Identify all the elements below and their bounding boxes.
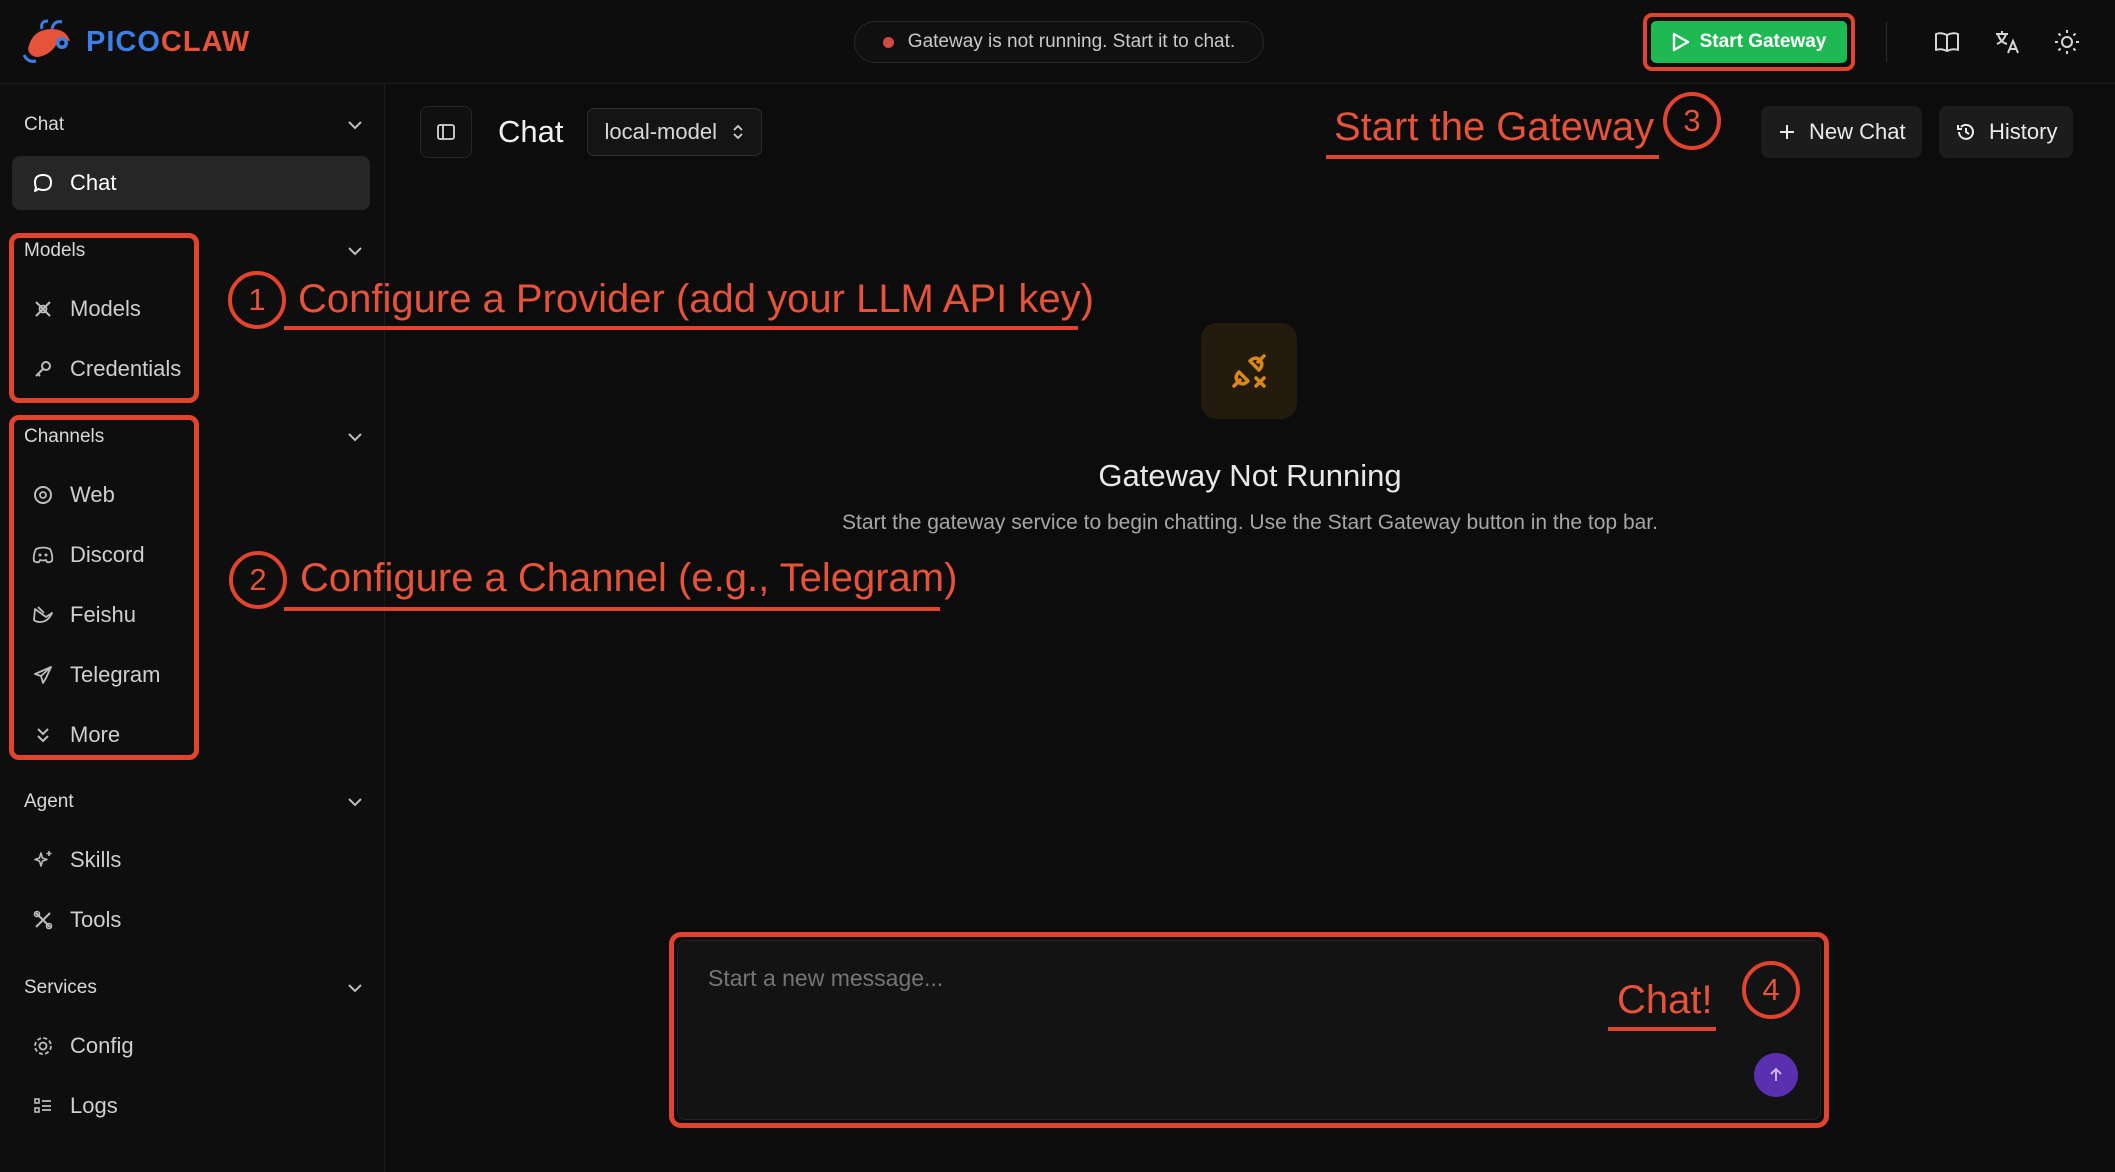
annotation-1-underline <box>284 326 1078 330</box>
sidebar-item-config[interactable]: Config <box>12 1019 370 1073</box>
shrimp-logo-icon <box>22 19 70 63</box>
logs-icon <box>32 1095 54 1117</box>
logo-text-claw: CLAW <box>160 25 251 58</box>
annotation-3-text: Start the Gateway <box>1334 105 1655 149</box>
sidebar-item-label: Config <box>70 1033 134 1058</box>
annotation-4-number: 4 <box>1742 961 1800 1019</box>
annotation-4-underline <box>1608 1027 1716 1031</box>
message-input[interactable] <box>708 965 1608 992</box>
chevron-down-icon <box>348 984 362 993</box>
sidebar-item-label: Skills <box>70 847 122 872</box>
annotation-2-number: 2 <box>229 551 287 609</box>
models-highlight-box <box>9 233 199 403</box>
app-logo[interactable]: PICOCLAW <box>22 14 250 70</box>
annotation-1-text: Configure a Provider (add your LLM API k… <box>298 277 1094 321</box>
empty-state-subtitle: Start the gateway service to begin chatt… <box>842 511 1658 534</box>
sidebar-item-logs[interactable]: Logs <box>12 1079 370 1133</box>
annotation-3-underline <box>1326 155 1659 159</box>
sparkles-icon <box>32 849 54 871</box>
empty-state-title: Gateway Not Running <box>1098 458 1402 493</box>
send-button[interactable] <box>1754 1053 1798 1097</box>
sidebar-section-chat[interactable]: Chat <box>24 110 364 140</box>
section-title: Agent <box>24 791 74 812</box>
chat-bubble-icon <box>32 172 54 194</box>
sidebar-item-label: Logs <box>70 1093 118 1118</box>
annotation-2-text: Configure a Channel (e.g., Telegram) <box>300 556 958 600</box>
chevron-down-icon <box>348 121 362 130</box>
sidebar-item-skills[interactable]: Skills <box>12 833 370 887</box>
channels-highlight-box <box>9 415 199 760</box>
sidebar-item-tools[interactable]: Tools <box>12 893 370 947</box>
section-title: Services <box>24 977 97 998</box>
arrow-up-icon <box>1770 1067 1782 1081</box>
gear-icon <box>32 1035 54 1057</box>
logo-text: PICOCLAW <box>86 26 250 59</box>
annotation-4-text: Chat! <box>1617 978 1713 1022</box>
tools-icon <box>32 909 54 931</box>
annotation-3-number: 3 <box>1663 92 1721 150</box>
sidebar-item-label: Chat <box>70 170 117 195</box>
sidebar-section-agent[interactable]: Agent <box>24 787 364 817</box>
chevron-down-icon <box>348 798 362 807</box>
chevron-down-icon <box>348 433 362 442</box>
sidebar-item-chat[interactable]: Chat <box>12 156 370 210</box>
chevron-down-icon <box>348 247 362 256</box>
logo-text-pico: PICO <box>86 25 161 58</box>
sidebar-section-services[interactable]: Services <box>24 973 364 1003</box>
annotation-2-underline <box>284 607 940 611</box>
section-title: Chat <box>24 114 65 135</box>
annotation-1-number: 1 <box>228 271 286 329</box>
sidebar-item-label: Tools <box>70 907 122 932</box>
